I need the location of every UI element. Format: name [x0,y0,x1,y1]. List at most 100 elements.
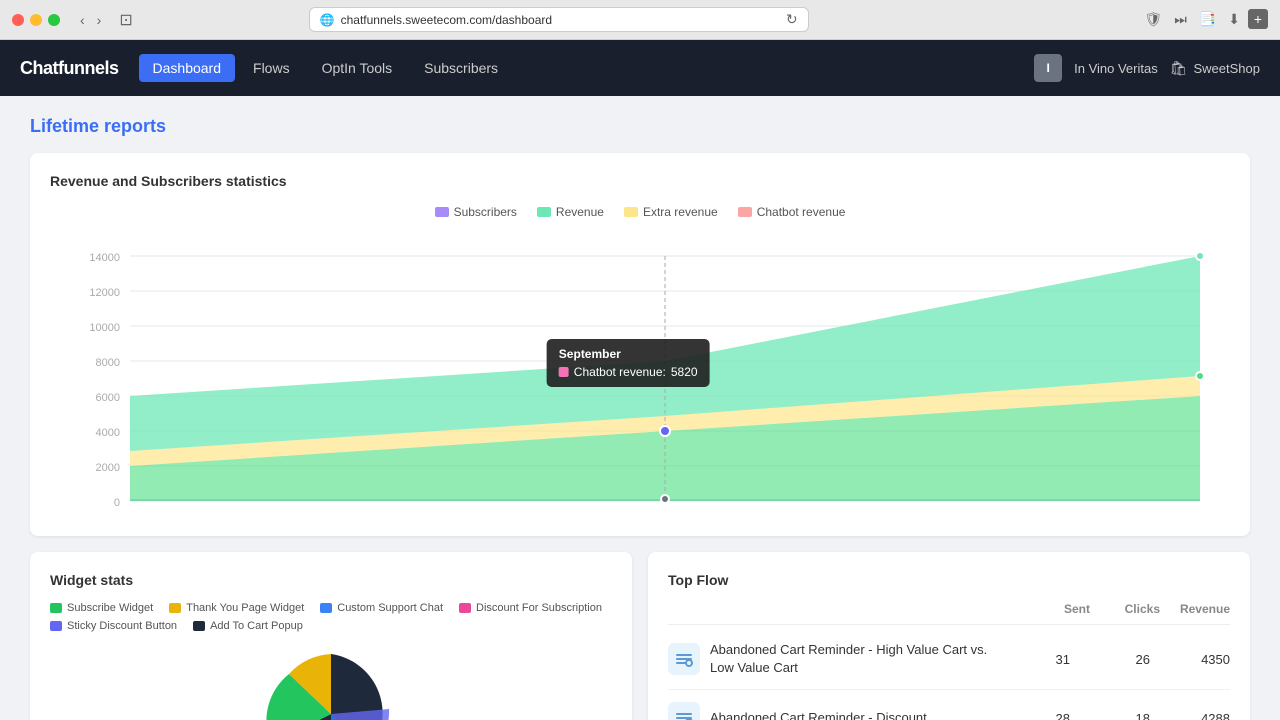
browser-actions: 🛡 ⏭ 📑 ⬇ + [1140,9,1268,30]
chart-area: 0 2000 4000 6000 8000 10000 12000 14000 [50,231,1230,516]
globe-icon: 🌐 [320,13,335,27]
legend-subscribers-color [435,207,449,217]
pie-dot-thankyou [169,603,181,613]
flow-icon-1 [668,702,700,720]
traffic-lights [12,14,60,26]
store-name: SweetShop [1194,61,1261,76]
legend-revenue: Revenue [537,205,604,219]
minimize-button[interactable] [30,14,42,26]
pie-legend-cart-popup: Add To Cart Popup [193,620,303,632]
pie-dot-custom-chat [320,603,332,613]
legend-extra-revenue-color [624,207,638,217]
pie-legend-discount-sub: Discount For Subscription [459,602,602,614]
maximize-button[interactable] [48,14,60,26]
browser-chrome: ‹ › ⊡ 🌐 chatfunnels.sweetecom.com/dashbo… [0,0,1280,40]
legend-extra-revenue: Extra revenue [624,205,718,219]
nav-optin-tools[interactable]: OptIn Tools [308,54,407,82]
widget-stats-card: Widget stats Subscribe Widget Thank You … [30,552,632,720]
nav-links: Dashboard Flows OptIn Tools Subscribers [139,54,1035,82]
legend-chatbot-revenue-label: Chatbot revenue [757,205,846,219]
legend-extra-revenue-label: Extra revenue [643,205,718,219]
user-name: In Vino Veritas [1074,61,1158,76]
flow-name-1: Abandoned Cart Reminder - Discount [710,709,990,720]
pie-label-sticky: Sticky Discount Button [67,620,177,632]
legend-revenue-label: Revenue [556,205,604,219]
widget-stats-title: Widget stats [50,572,612,588]
chart-title: Revenue and Subscribers statistics [50,173,1230,189]
flow-revenue-0: 4350 [1160,652,1230,667]
pie-label-cart-popup: Add To Cart Popup [210,620,303,632]
pie-legend-thankyou: Thank You Page Widget [169,602,304,614]
app-navbar: Chatfunnels Dashboard Flows OptIn Tools … [0,40,1280,96]
flow-sent-0: 31 [1000,652,1070,667]
svg-text:0: 0 [114,497,120,509]
pie-label-discount-sub: Discount For Subscription [476,602,602,614]
sidebar-toggle-button[interactable]: ⊡ [113,8,138,32]
pie-label-thankyou: Thank You Page Widget [186,602,304,614]
address-bar[interactable]: 🌐 chatfunnels.sweetecom.com/dashboard ↻ [309,7,809,32]
browser-nav-arrows: ‹ › [76,10,105,30]
legend-revenue-color [537,207,551,217]
flow-icon-0 [668,643,700,675]
store-info: 🛍 SweetShop [1170,60,1260,77]
pie-label-custom-chat: Custom Support Chat [337,602,443,614]
play-icon[interactable]: ⏭ [1170,9,1191,30]
flow-sent-1: 28 [1000,711,1070,720]
col-revenue: Revenue [1160,602,1230,616]
back-button[interactable]: ‹ [76,10,89,30]
revenue-chart-card: Revenue and Subscribers statistics Subsc… [30,153,1250,536]
chart-legend: Subscribers Revenue Extra revenue Chatbo… [50,205,1230,219]
pie-dot-sticky [50,621,62,631]
legend-chatbot-revenue-color [738,207,752,217]
download-icon[interactable]: ⬇ [1224,9,1244,30]
revenue-chart-svg: 0 2000 4000 6000 8000 10000 12000 14000 [50,231,1230,511]
bookmark-icon[interactable]: 📑 [1195,9,1220,30]
flow-row-0: Abandoned Cart Reminder - High Value Car… [668,629,1230,690]
col-clicks: Clicks [1090,602,1160,616]
pie-dot-subscribe [50,603,62,613]
pie-chart-area [50,644,612,720]
nav-dashboard[interactable]: Dashboard [139,54,236,82]
flow-clicks-0: 26 [1080,652,1150,667]
svg-text:14000: 14000 [89,252,120,264]
legend-subscribers: Subscribers [435,205,517,219]
flow-table-header: Sent Clicks Revenue [668,602,1230,625]
flow-name-0: Abandoned Cart Reminder - High Value Car… [710,641,990,677]
shield-icon[interactable]: 🛡 [1140,9,1166,30]
col-sent: Sent [1020,602,1090,616]
pie-dot-cart-popup [193,621,205,631]
nav-flows[interactable]: Flows [239,54,304,82]
app-logo: Chatfunnels [20,58,119,79]
top-flow-title: Top Flow [668,572,1230,588]
bottom-grid: Widget stats Subscribe Widget Thank You … [30,552,1250,720]
svg-text:10000: 10000 [89,322,120,334]
pie-dot-discount-sub [459,603,471,613]
svg-text:8000: 8000 [96,357,120,369]
flow-row-1: Abandoned Cart Reminder - Discount 28 18… [668,690,1230,720]
nav-right: I In Vino Veritas 🛍 SweetShop [1034,54,1260,82]
user-avatar: I [1034,54,1062,82]
main-content: Lifetime reports Revenue and Subscribers… [0,96,1280,720]
pie-legend-sticky: Sticky Discount Button [50,620,177,632]
flow-clicks-1: 18 [1080,711,1150,720]
close-button[interactable] [12,14,24,26]
pie-legend: Subscribe Widget Thank You Page Widget C… [50,602,612,632]
nav-subscribers[interactable]: Subscribers [410,54,512,82]
top-flow-card: Top Flow Sent Clicks Revenue Abandoned C… [648,552,1250,720]
refresh-button[interactable]: ↻ [786,11,798,28]
forward-button[interactable]: › [93,10,106,30]
svg-text:4000: 4000 [96,427,120,439]
svg-text:12000: 12000 [89,287,120,299]
pie-chart-svg [221,644,441,720]
new-tab-button[interactable]: + [1248,9,1268,29]
pie-legend-custom-chat: Custom Support Chat [320,602,443,614]
pie-label-subscribe: Subscribe Widget [67,602,153,614]
url-text: chatfunnels.sweetecom.com/dashboard [341,13,552,27]
svg-text:6000: 6000 [96,392,120,404]
legend-chatbot-revenue: Chatbot revenue [738,205,846,219]
page-title: Lifetime reports [30,116,1250,137]
store-icon: 🛍 [1170,60,1188,77]
flow-table: Sent Clicks Revenue Abandoned Cart Remin… [668,602,1230,720]
svg-text:2000: 2000 [96,462,120,474]
pie-legend-subscribe: Subscribe Widget [50,602,153,614]
